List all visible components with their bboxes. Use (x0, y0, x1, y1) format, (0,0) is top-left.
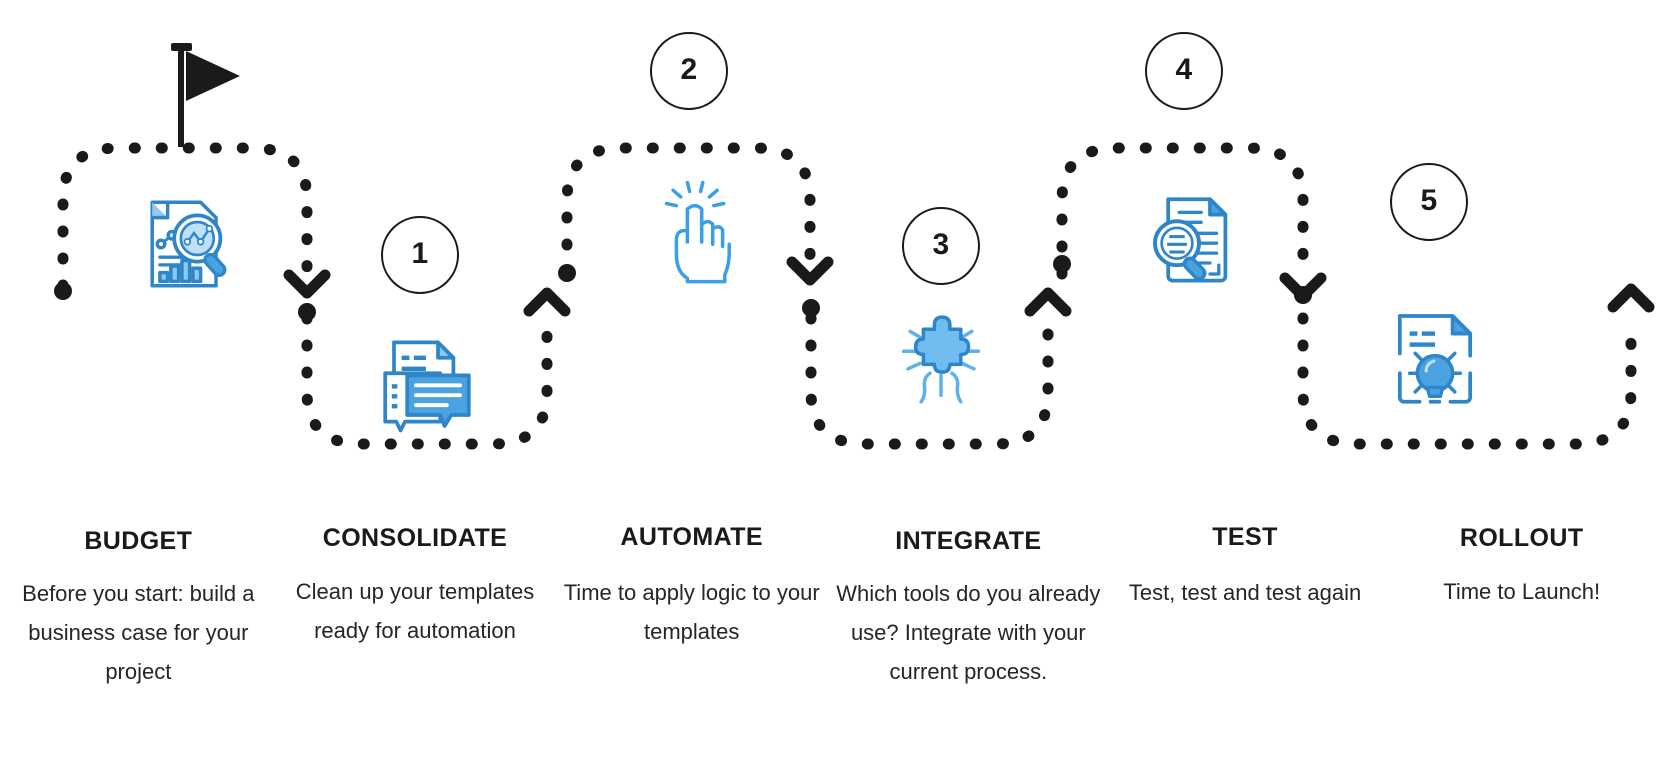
arrow-up-1-icon (523, 287, 571, 317)
caption-title-budget: BUDGET (84, 527, 193, 555)
document-lightbulb-icon (1380, 305, 1490, 415)
documents-chat-icon (372, 327, 482, 437)
step-circle-2[interactable]: 2 (650, 32, 728, 110)
caption-body-integrate: Which tools do you already use? Integrat… (836, 580, 1101, 684)
step-circle-4[interactable]: 4 (1145, 32, 1223, 110)
document-magnifier-icon (1133, 186, 1243, 296)
step-number-5: 5 (1420, 184, 1438, 217)
caption-body-automate: Time to apply logic to your templates (563, 579, 820, 644)
caption-title-rollout: ROLLOUT (1459, 524, 1584, 552)
puzzle-piece-shape (913, 315, 971, 374)
flag-pole (178, 45, 184, 147)
caption-column-budget: BUDGET Before you start: build a busines… (0, 516, 277, 691)
caption-title-test: TEST (1212, 523, 1278, 551)
step-circle-1[interactable]: 1 (381, 216, 459, 294)
step-number-1: 1 (411, 237, 429, 270)
arrow-up-3-icon (1607, 283, 1655, 313)
caption-column-rollout: ROLLOUT Time to Launch! (1383, 516, 1660, 611)
document-chart-magnifier-icon (128, 189, 238, 299)
step-circle-5[interactable]: 5 (1390, 163, 1468, 241)
node-dot-5 (1294, 286, 1312, 304)
flag-pennant (186, 51, 240, 101)
step-circle-3[interactable]: 3 (902, 207, 980, 285)
caption-title-consolidate: CONSOLIDATE (322, 524, 508, 552)
node-dot-4 (1053, 255, 1071, 273)
step-number-2: 2 (680, 53, 698, 86)
caption-title-automate: AUTOMATE (620, 523, 763, 551)
step-number-3: 3 (932, 228, 950, 261)
caption-row: BUDGET Before you start: build a busines… (0, 516, 1660, 779)
caption-column-integrate: INTEGRATE Which tools do you already use… (830, 516, 1107, 691)
caption-body-rollout: Time to Launch! (1443, 578, 1601, 604)
caption-body-budget: Before you start: build a business case … (22, 580, 255, 684)
caption-column-consolidate: CONSOLIDATE Clean up your templates read… (277, 516, 554, 650)
caption-title-integrate: INTEGRATE (895, 527, 1042, 555)
start-dot (54, 282, 72, 300)
click-hand-icon (639, 176, 749, 286)
node-dot-3 (802, 299, 820, 317)
node-dot-1 (298, 303, 316, 321)
caption-column-test: TEST Test, test and test again (1107, 516, 1384, 612)
caption-body-consolidate: Clean up your templates ready for automa… (295, 578, 535, 643)
node-dot-2 (558, 264, 576, 282)
arrow-down-2-icon (786, 256, 834, 286)
arrow-down-1-icon (283, 269, 331, 299)
infographic-canvas: 1 2 3 4 5 BUDGET Before you start: build… (0, 0, 1660, 779)
flag-icon (171, 43, 240, 147)
step-number-4: 4 (1175, 53, 1193, 86)
arrow-up-2-icon (1024, 287, 1072, 317)
caption-column-automate: AUTOMATE Time to apply logic to your tem… (553, 516, 830, 651)
caption-body-test: Test, test and test again (1128, 579, 1362, 605)
hand-puzzle-piece-icon (886, 305, 996, 415)
